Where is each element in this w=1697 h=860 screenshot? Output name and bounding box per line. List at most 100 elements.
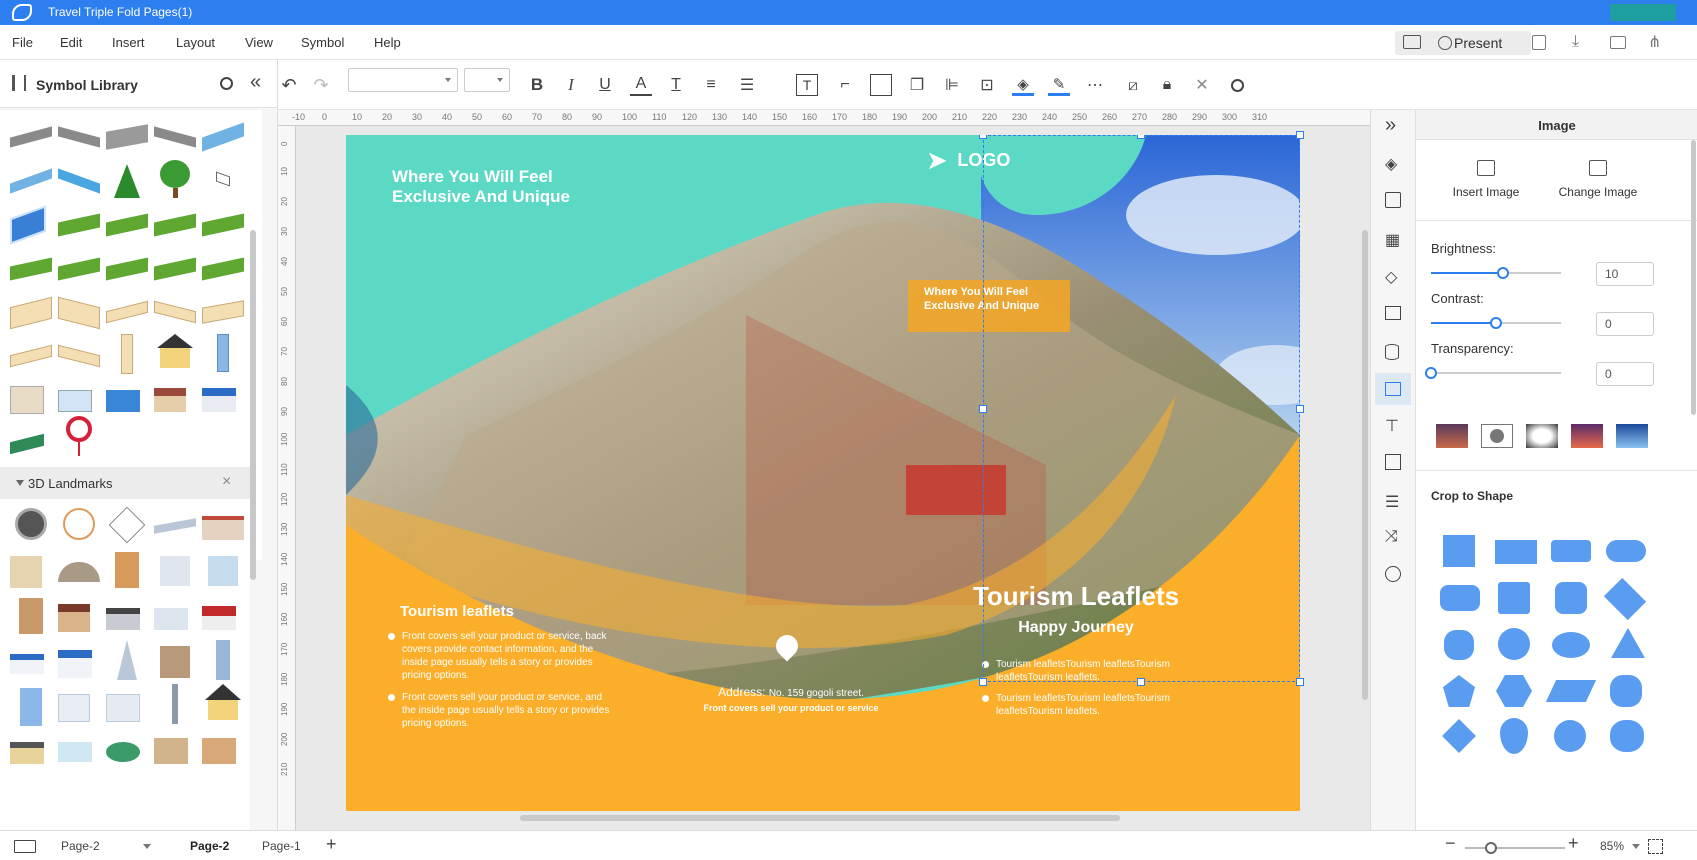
- crop-circle[interactable]: [1498, 628, 1530, 660]
- crop-hexagon[interactable]: [1496, 675, 1532, 707]
- menu-insert[interactable]: Insert: [112, 35, 145, 50]
- cottage-symbol[interactable]: [202, 684, 244, 724]
- menu-layout[interactable]: Layout: [176, 35, 215, 50]
- map-pin-symbol[interactable]: [58, 416, 100, 456]
- hospital-landmark-symbol[interactable]: [58, 644, 100, 684]
- pine-tree-symbol[interactable]: [106, 162, 148, 202]
- grass-tile-symbol[interactable]: [154, 206, 196, 246]
- crop-teardrop[interactable]: [1500, 718, 1528, 754]
- villa-symbol[interactable]: [154, 732, 196, 772]
- temple-symbol[interactable]: [10, 552, 52, 592]
- brightness-input[interactable]: 10: [1596, 262, 1654, 286]
- water-road-symbol[interactable]: [10, 162, 52, 202]
- tab-page-2[interactable]: Page-2: [190, 839, 229, 853]
- line-color-icon[interactable]: ✎: [1048, 74, 1070, 96]
- brightness-slider[interactable]: [1431, 267, 1561, 279]
- hierarchy-icon[interactable]: ⊤: [1385, 416, 1399, 436]
- resize-handle[interactable]: [1137, 135, 1145, 139]
- line-spacing-icon[interactable]: ☰: [736, 74, 758, 96]
- road-symbol[interactable]: [10, 118, 52, 158]
- close-section-icon[interactable]: ×: [222, 473, 231, 491]
- building-icon[interactable]: [1385, 454, 1401, 470]
- arrow-sign-symbol[interactable]: [10, 205, 52, 246]
- arrange-icon[interactable]: ❐: [906, 74, 928, 96]
- resize-handle[interactable]: [1296, 131, 1304, 139]
- menu-view[interactable]: View: [245, 35, 273, 50]
- block-symbol[interactable]: [58, 338, 100, 378]
- share-icon[interactable]: ⋔: [1648, 32, 1661, 52]
- print-icon[interactable]: [1610, 36, 1626, 49]
- slider-knob[interactable]: [1425, 367, 1437, 379]
- crop-square[interactable]: [1443, 535, 1475, 567]
- headline[interactable]: Where You Will Feel Exclusive And Unique: [392, 167, 602, 207]
- church-symbol[interactable]: [10, 598, 52, 638]
- window-control[interactable]: [1610, 4, 1676, 21]
- menu-edit[interactable]: Edit: [60, 35, 82, 50]
- zoom-slider[interactable]: [1465, 842, 1565, 854]
- lock-icon[interactable]: 🔒︎: [1156, 74, 1178, 96]
- crop-snip-rectangle[interactable]: [1440, 585, 1480, 611]
- warehouse-symbol[interactable]: [106, 598, 148, 638]
- zoom-out-icon[interactable]: −: [1445, 833, 1456, 854]
- crop-diamond-2[interactable]: [1442, 719, 1476, 753]
- office-symbol[interactable]: [154, 552, 196, 592]
- round-tree-symbol[interactable]: [154, 160, 196, 200]
- transparency-slider[interactable]: [1425, 367, 1561, 379]
- expand-panel-icon[interactable]: »: [1385, 114, 1396, 137]
- road-symbol[interactable]: [106, 118, 148, 158]
- grass-tile-symbol[interactable]: [58, 250, 100, 290]
- burj-symbol[interactable]: [106, 640, 148, 680]
- contrast-input[interactable]: 0: [1596, 312, 1654, 336]
- insert-image-button[interactable]: Insert Image: [1436, 152, 1536, 208]
- add-page-icon[interactable]: +: [326, 834, 337, 855]
- align-left-icon[interactable]: ⊫: [941, 74, 963, 96]
- pavilion-symbol[interactable]: [58, 732, 100, 772]
- app-logo-icon[interactable]: [12, 4, 32, 21]
- stadium-symbol[interactable]: [106, 688, 148, 728]
- grass-tile-symbol[interactable]: [58, 206, 100, 246]
- crop-parallelogram[interactable]: [1545, 680, 1597, 702]
- gantt-icon[interactable]: ☰: [1385, 492, 1399, 512]
- effect-preset[interactable]: [1481, 424, 1513, 448]
- menu-file[interactable]: File: [12, 35, 33, 50]
- plant-symbol[interactable]: [202, 552, 244, 592]
- grass-tile-symbol[interactable]: [202, 250, 244, 290]
- layers-icon[interactable]: ◇: [1385, 267, 1397, 287]
- lamp-symbol[interactable]: [202, 162, 244, 202]
- presentation-icon[interactable]: [1385, 306, 1401, 320]
- factory-symbol[interactable]: [58, 380, 100, 420]
- font-color-icon[interactable]: A: [630, 74, 652, 96]
- address-line[interactable]: Address: No. 159 gogoli street.: [686, 685, 896, 699]
- change-image-button[interactable]: Change Image: [1548, 152, 1648, 208]
- fullscreen-icon[interactable]: [1648, 839, 1663, 854]
- fill-color-icon[interactable]: ◈: [1012, 74, 1034, 96]
- transparency-input[interactable]: 0: [1596, 362, 1654, 386]
- crop-octagon[interactable]: [1555, 582, 1587, 614]
- slider-knob[interactable]: [1490, 317, 1502, 329]
- style-icon[interactable]: [1385, 192, 1401, 208]
- crop-seal[interactable]: [1554, 720, 1586, 752]
- crop-rounded-rectangle[interactable]: [1551, 540, 1591, 562]
- crop-cross[interactable]: [1444, 630, 1474, 660]
- clinic-symbol[interactable]: [202, 380, 244, 420]
- apartment-symbol[interactable]: [154, 644, 196, 684]
- redo-icon[interactable]: ↷: [310, 74, 332, 96]
- tower-symbol[interactable]: [202, 334, 244, 374]
- download-icon[interactable]: ⤓: [1572, 33, 1579, 51]
- edit-shape-icon[interactable]: ⧄: [1122, 74, 1144, 96]
- page-select[interactable]: Page-2: [55, 835, 155, 857]
- crop-pill[interactable]: [1606, 540, 1646, 562]
- house-landmark-symbol[interactable]: [58, 598, 100, 638]
- compass-rose-symbol[interactable]: [106, 506, 148, 548]
- present-button[interactable]: Present: [1438, 35, 1502, 51]
- road-symbol[interactable]: [154, 118, 196, 158]
- text-style-icon[interactable]: T̲: [665, 74, 687, 96]
- search-icon[interactable]: [220, 77, 233, 90]
- farmhouse-symbol[interactable]: [10, 732, 52, 772]
- effect-preset[interactable]: [1571, 424, 1603, 448]
- data-icon[interactable]: [1385, 344, 1399, 360]
- page-layout-icon[interactable]: [14, 840, 36, 853]
- history-icon[interactable]: [1385, 566, 1401, 582]
- factory-landmark-symbol[interactable]: [154, 598, 196, 638]
- resize-handle[interactable]: [1137, 678, 1145, 686]
